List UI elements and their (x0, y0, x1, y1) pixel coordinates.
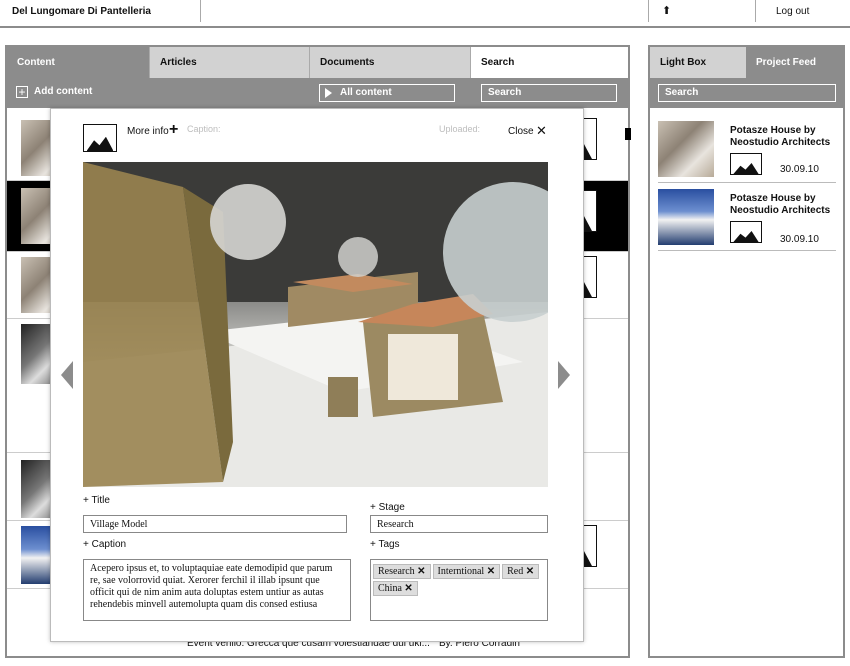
item-date: 30.09.10 (780, 234, 819, 245)
image-type-icon (83, 124, 117, 152)
image-type-icon (730, 221, 764, 245)
tag-chip[interactable]: China ✕ (373, 581, 418, 596)
tab-project-feed[interactable]: Project Feed (746, 47, 843, 78)
tag-label: Research (378, 566, 415, 577)
stage-label: + Stage (370, 502, 405, 513)
architecture-model-image (83, 162, 548, 487)
site-title: Del Lungomare Di Pantelleria (12, 6, 151, 17)
remove-tag-icon[interactable]: ✕ (487, 566, 495, 577)
tags-input[interactable]: Research ✕ Interntional ✕ Red ✕China ✕ (370, 559, 548, 621)
close-icon[interactable]: ✕ (536, 123, 547, 139)
add-content-button[interactable]: Add content (34, 86, 92, 97)
content-search-input[interactable]: Search (481, 84, 617, 102)
next-arrow[interactable] (558, 361, 570, 389)
list-item[interactable]: Potasze House by Neostudio Architects 30… (658, 117, 836, 183)
item-thumbnail (658, 189, 714, 245)
lightbox-toolbar: Search (650, 78, 843, 108)
play-icon (325, 88, 332, 98)
tab-search[interactable]: Search (470, 47, 628, 78)
filter-label: All content (340, 87, 392, 98)
tag-chip[interactable]: Red ✕ (502, 564, 540, 579)
uploaded-header: Uploaded: (439, 124, 481, 134)
tag-chip[interactable]: Interntional ✕ (432, 564, 501, 579)
filter-select[interactable]: All content (319, 84, 455, 102)
media-detail-modal: More info + Caption: Uploaded: Close ✕ +… (50, 108, 584, 642)
close-button[interactable]: Close (508, 126, 534, 137)
stage-input[interactable]: Research (370, 515, 548, 533)
tag-label: China (378, 583, 402, 594)
caption-label: + Caption (83, 539, 127, 550)
divider (648, 0, 649, 22)
tag-label: Red (507, 566, 524, 577)
more-info-link[interactable]: More info (127, 126, 169, 137)
tab-light-box[interactable]: Light Box (650, 47, 746, 78)
title-input[interactable]: Village Model (83, 515, 347, 533)
content-tabbar: Content Articles Documents Search (7, 47, 628, 78)
divider (755, 0, 756, 22)
item-thumbnail (658, 121, 714, 177)
lightbox-search-input[interactable]: Search (658, 84, 836, 102)
tags-label: + Tags (370, 539, 400, 550)
tab-articles[interactable]: Articles (149, 47, 309, 78)
image-type-icon (730, 153, 764, 177)
top-bar: Del Lungomare Di Pantelleria ⬆ Log out (0, 0, 850, 28)
prev-arrow[interactable] (61, 361, 73, 389)
divider (200, 0, 201, 22)
remove-tag-icon[interactable]: ✕ (404, 583, 412, 594)
lightbox-tabbar: Light Box Project Feed (650, 47, 843, 78)
home-icon[interactable]: ⬆ (662, 4, 671, 17)
content-toolbar: + Add content All content Search (7, 78, 628, 108)
remove-tag-icon[interactable]: ✕ (417, 566, 425, 577)
item-title: Potasze House by Neostudio Architects (730, 193, 831, 216)
tag-chip[interactable]: Research ✕ (373, 564, 431, 579)
item-date: 30.09.10 (780, 164, 819, 175)
logout-link[interactable]: Log out (776, 6, 809, 17)
plus-icon[interactable]: + (169, 121, 178, 139)
lightbox-panel: Light Box Project Feed Search Potasze Ho… (648, 45, 845, 658)
tag-label: Interntional (437, 566, 485, 577)
remove-tag-icon[interactable]: ✕ (526, 566, 534, 577)
list-item[interactable]: Potasze House by Neostudio Architects 30… (658, 185, 836, 251)
tab-content[interactable]: Content (7, 47, 149, 78)
tab-documents[interactable]: Documents (309, 47, 470, 78)
item-title: Potasze House by Neostudio Architects (730, 125, 831, 148)
scroll-marker (625, 128, 631, 140)
add-icon[interactable]: + (16, 86, 28, 98)
title-label: + Title (83, 495, 110, 506)
caption-textarea[interactable]: Acepero ipsus et, to voluptaquiae eate d… (83, 559, 351, 621)
main-photo (83, 162, 548, 487)
caption-header: Caption: (187, 124, 221, 134)
